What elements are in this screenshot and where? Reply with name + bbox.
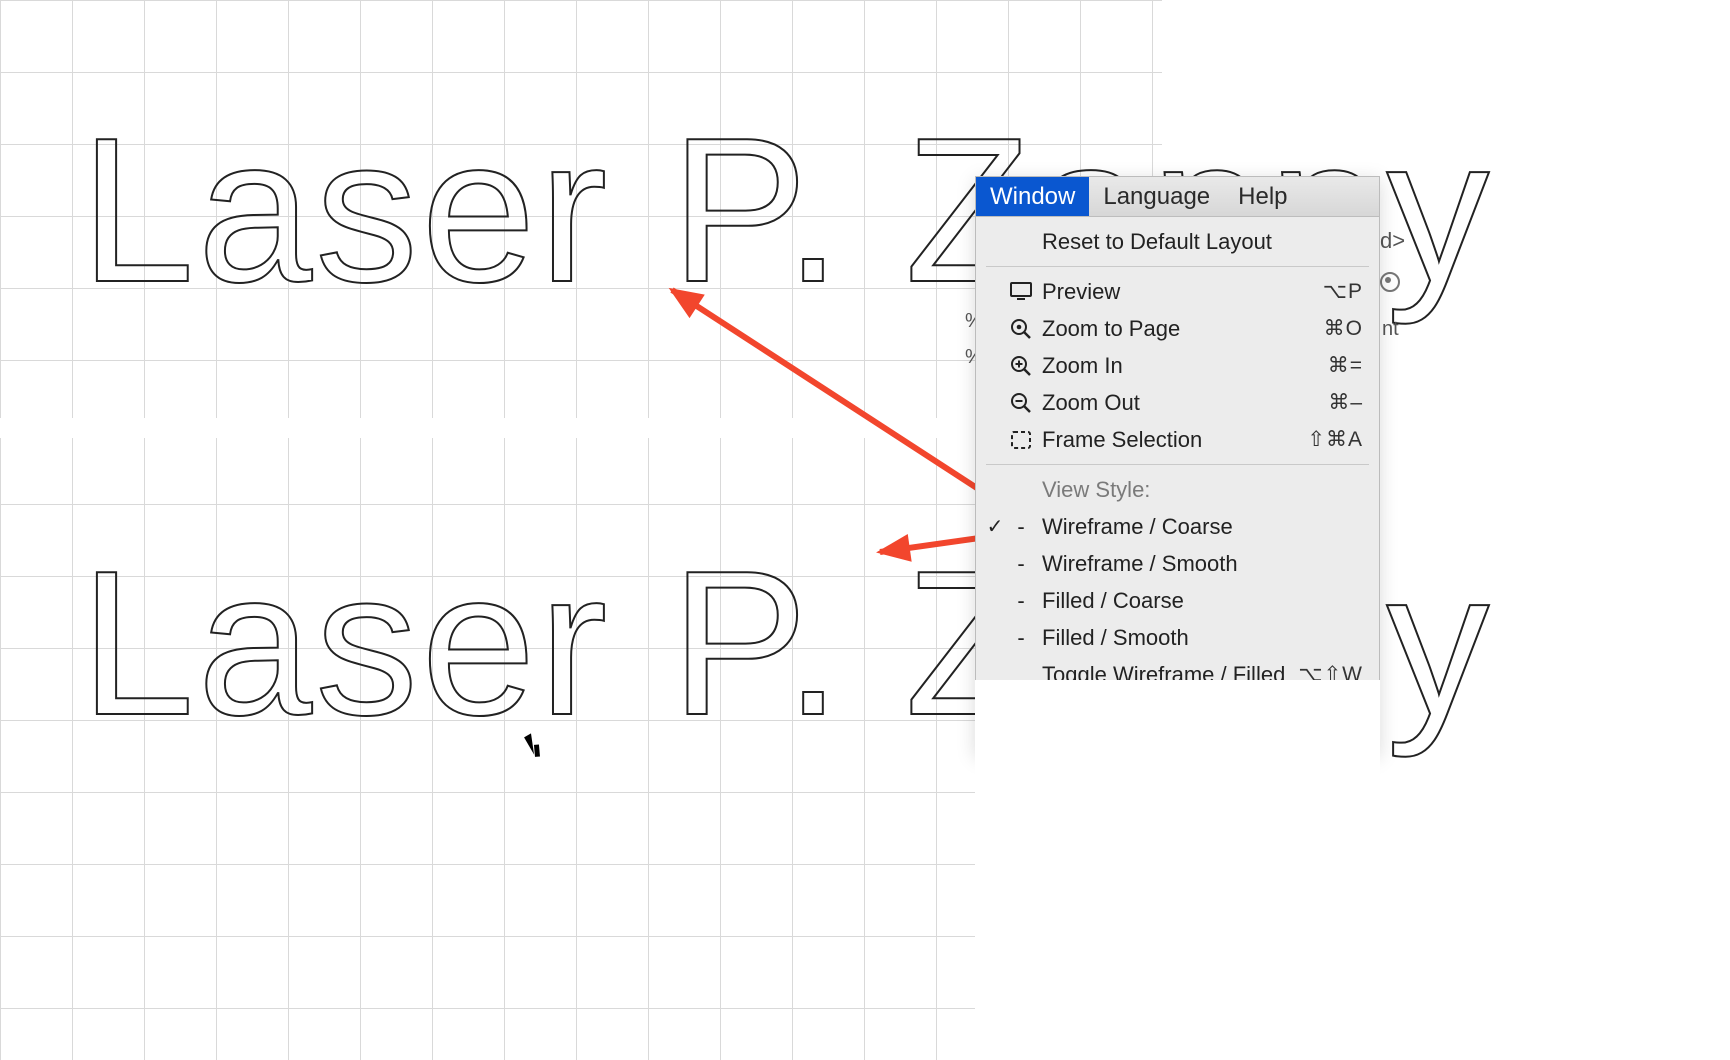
window-menu-panel: Window Language Help Reset to Default La… — [975, 176, 1380, 754]
menu-separator-2 — [986, 464, 1369, 465]
peek-text-right: d> — [1380, 228, 1405, 254]
menubar-item-help[interactable]: Help — [1224, 177, 1301, 216]
menubar: Window Language Help — [976, 177, 1379, 217]
monitor-icon — [1006, 282, 1036, 302]
menubar-item-language[interactable]: Language — [1089, 177, 1224, 216]
frame-selection-icon — [1006, 430, 1036, 450]
menu-style-filled-coarse[interactable]: - Filled / Coarse — [976, 582, 1379, 619]
peek-text-small: nt — [1382, 318, 1399, 341]
menu-zoom-in[interactable]: Zoom In ⌘= — [976, 347, 1379, 384]
zoom-page-icon — [1006, 318, 1036, 340]
menubar-item-window[interactable]: Window — [976, 177, 1089, 216]
menu-style-filled-smooth[interactable]: - Filled / Smooth — [976, 619, 1379, 656]
view-style-header: View Style: — [976, 471, 1379, 508]
menu-zoom-to-page[interactable]: Zoom to Page ⌘O — [976, 310, 1379, 347]
window-dropdown: Reset to Default Layout Preview ⌥P Zoom … — [976, 217, 1379, 753]
menu-reset-layout[interactable]: Reset to Default Layout — [976, 223, 1379, 260]
zoom-out-icon — [1006, 392, 1036, 414]
screenshot-crop-mask — [975, 680, 1380, 1060]
menu-style-wireframe-smooth[interactable]: - Wireframe / Smooth — [976, 545, 1379, 582]
menu-preview[interactable]: Preview ⌥P — [976, 273, 1379, 310]
menu-separator-1 — [986, 266, 1369, 267]
menu-zoom-out[interactable]: Zoom Out ⌘– — [976, 384, 1379, 421]
menu-frame-selection[interactable]: Frame Selection ⇧⌘A — [976, 421, 1379, 458]
menu-style-wireframe-coarse[interactable]: ✓ - Wireframe / Coarse — [976, 508, 1379, 545]
target-icon — [1380, 272, 1400, 292]
zoom-in-icon — [1006, 355, 1036, 377]
check-icon: ✓ — [984, 514, 1006, 539]
